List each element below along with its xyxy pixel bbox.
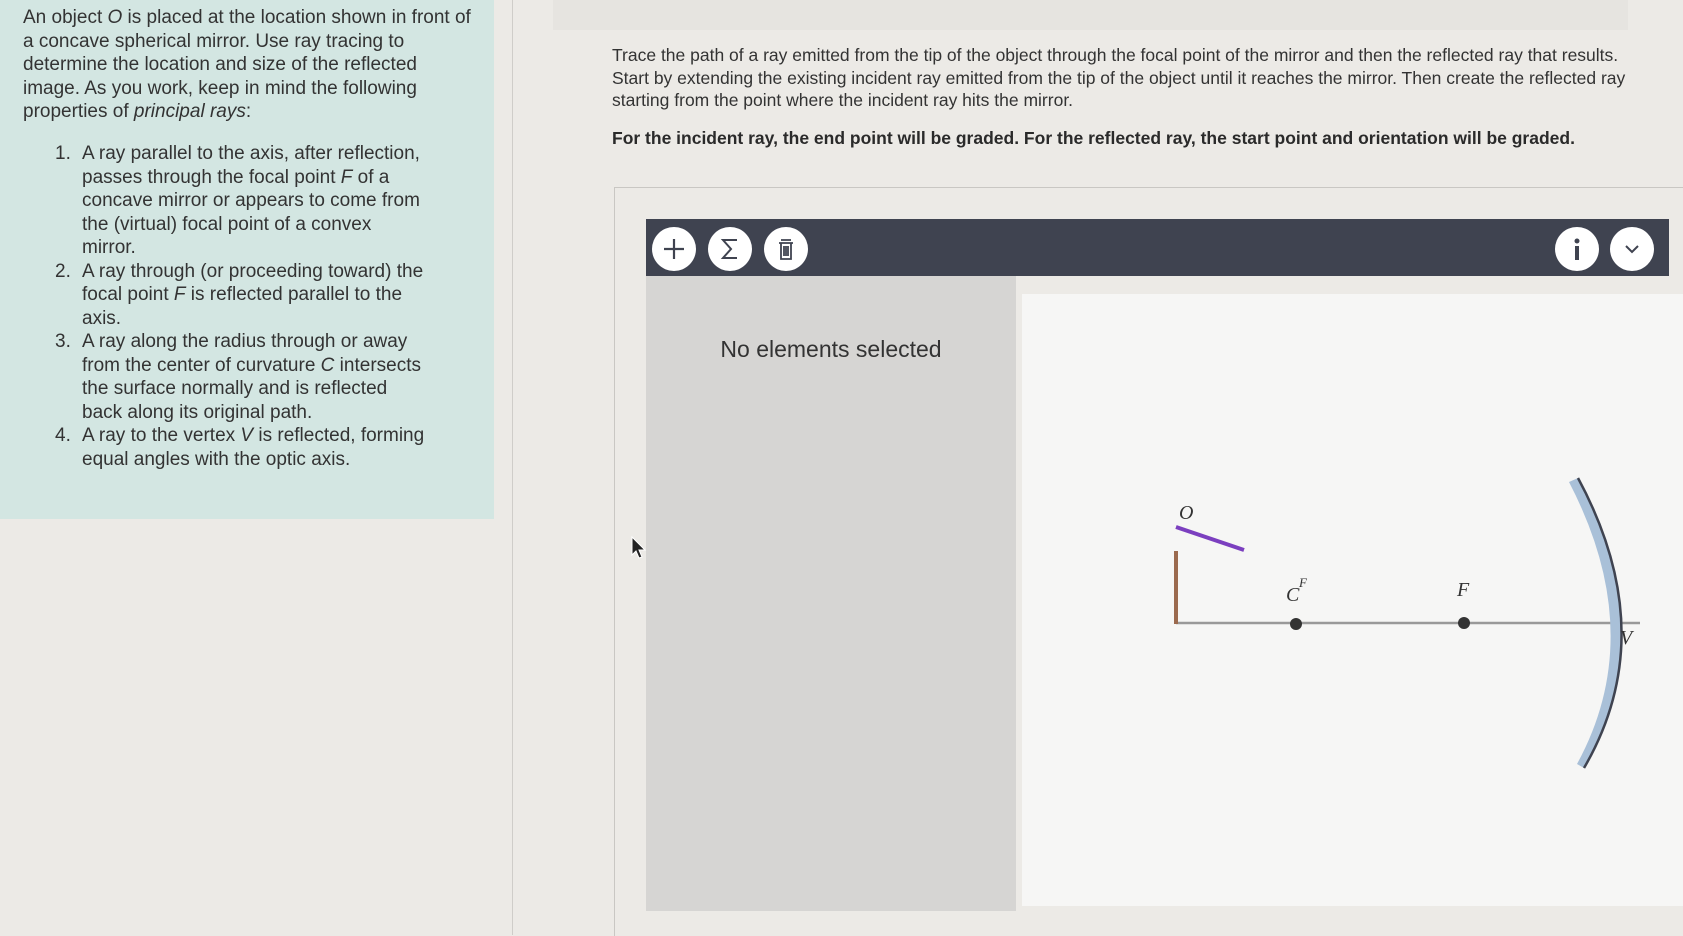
empty-selection-message: No elements selected — [720, 336, 942, 362]
drawing-toolbar — [646, 219, 1669, 276]
properties-panel: No elements selected — [646, 276, 1016, 911]
sigma-icon — [720, 239, 737, 259]
column-divider — [512, 0, 513, 935]
object-label: O — [1179, 502, 1193, 524]
trash-icon — [779, 239, 793, 260]
focal-point — [1458, 617, 1470, 629]
principal-rays-list: 1. A ray parallel to the axis, after refl… — [55, 142, 425, 471]
ray-diagram[interactable]: O C F F V — [1022, 294, 1683, 906]
sum-button[interactable] — [708, 227, 752, 271]
grading-note: For the incident ray, the end point will… — [612, 128, 1575, 148]
incident-ray[interactable] — [1175, 525, 1245, 552]
delete-button[interactable] — [764, 227, 808, 271]
info-button[interactable] — [1555, 227, 1599, 271]
plus-icon — [664, 239, 684, 259]
list-item: 2. A ray through (or proceeding toward) t… — [55, 260, 424, 329]
mouse-cursor-icon — [631, 536, 647, 559]
center-label: C — [1286, 584, 1300, 606]
drawing-canvas[interactable]: O C F F V — [1022, 294, 1683, 906]
hint-intro: An object O is placed at the location sh… — [23, 7, 471, 122]
center-of-curvature-point — [1290, 618, 1302, 630]
focal-point-small-label: F — [1298, 575, 1308, 590]
info-icon — [1574, 238, 1580, 260]
expand-button[interactable] — [1610, 227, 1654, 271]
chevron-down-icon — [1625, 245, 1639, 254]
vertex-label: V — [1620, 627, 1635, 649]
list-item: 1. A ray parallel to the axis, after refl… — [55, 143, 420, 258]
add-element-button[interactable] — [652, 227, 696, 271]
question-header-strip — [553, 0, 1628, 30]
focal-label: F — [1456, 579, 1470, 601]
list-item: 3. A ray along the radius through or away… — [55, 331, 421, 423]
list-item: 4. A ray to the vertex V is reflected, fo… — [55, 425, 425, 470]
question-instructions: Trace the path of a ray emitted from the… — [612, 45, 1626, 110]
hint-panel: An object O is placed at the location sh… — [0, 0, 494, 519]
